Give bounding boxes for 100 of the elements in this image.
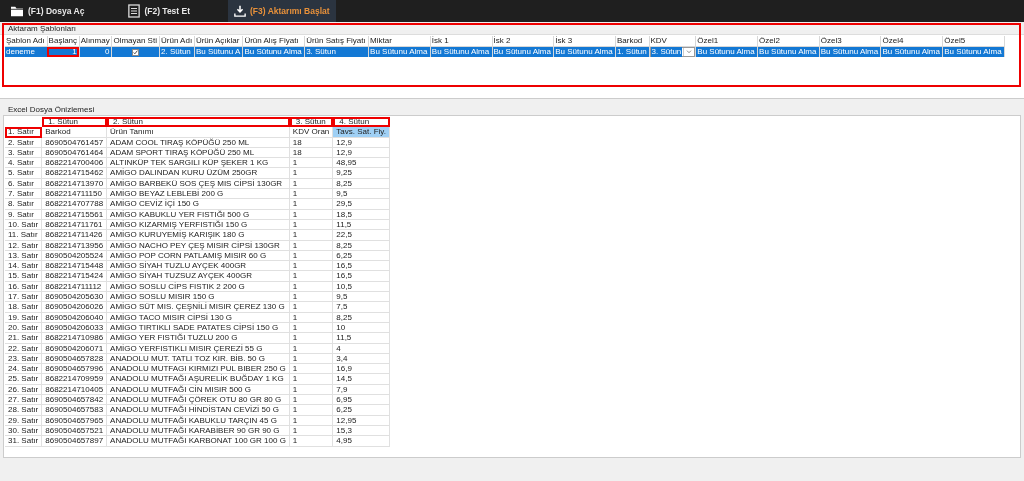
- column-header[interactable]: Özel1: [695, 36, 758, 47]
- table-cell: Bu Sütunu Alma: [492, 46, 554, 57]
- row-header[interactable]: 8. Satır: [5, 199, 43, 210]
- column-header[interactable]: İsk 2: [492, 36, 554, 47]
- table-cell: 15,3: [333, 425, 390, 437]
- column-header[interactable]: Ürün Alış Fiyatı: [242, 36, 305, 47]
- row-header[interactable]: 22. Satır: [5, 343, 43, 354]
- column-header[interactable]: Özel4: [881, 36, 943, 47]
- column-header[interactable]: Alınmay: [79, 36, 112, 47]
- table-cell: 8690504657965: [42, 415, 108, 426]
- row-header[interactable]: 13. Satır: [5, 250, 43, 262]
- table-cell: 1: [289, 230, 334, 241]
- row-header[interactable]: 21. Satır: [5, 333, 43, 344]
- table-cell: 9,5: [333, 292, 390, 303]
- column-header[interactable]: 3. Sütun: [289, 117, 334, 128]
- table-cell: ANADOLU MUTFAGI KIRMIZI PUL BIBER 250 G: [107, 364, 290, 375]
- table-cell: 1: [289, 302, 334, 313]
- table-cell: 1: [289, 189, 334, 200]
- row-header[interactable]: 12. Satır: [5, 240, 43, 251]
- table-cell: 1: [289, 415, 334, 426]
- table-cell: ALTINKÜP TEK SARGILI KÜP ŞEKER 1 KG: [107, 158, 290, 169]
- row-header[interactable]: 3. Satır: [5, 147, 43, 159]
- row-header[interactable]: 26. Satır: [5, 384, 43, 395]
- column-header[interactable]: İsk 3: [553, 36, 616, 47]
- table-row[interactable]: [5, 46, 1005, 57]
- column-header[interactable]: Ürün Açıklar: [194, 36, 243, 47]
- checkbox[interactable]: [132, 48, 140, 56]
- row-header[interactable]: 6. Satır: [5, 178, 43, 190]
- row-header[interactable]: 19. Satır: [5, 312, 43, 323]
- table-cell[interactable]: Tavs. Sat. Fiy.: [333, 127, 390, 138]
- table-cell: ANADOLU MUTFAĞI ÇÖREK OTU 80 GR 80 G: [107, 395, 290, 406]
- table-cell: ANADOLU MUTFAĞI CİN MISIR 500 G: [107, 384, 290, 395]
- table-cell: 29,5: [333, 199, 390, 210]
- table-cell: AMİGO YER FISTIĞI TUZLU 200 G: [107, 333, 290, 344]
- table-cell: 1: [289, 374, 334, 385]
- table-cell: ANADOLU MUTFAĞI KARABİBER 90 GR 90 G: [107, 425, 290, 437]
- toolbar-button[interactable]: (F1) Dosya Aç: [4, 0, 91, 22]
- column-header[interactable]: 4. Sütun: [333, 117, 390, 128]
- row-header[interactable]: 1. Satır: [5, 127, 43, 138]
- row-header[interactable]: 9. Satır: [5, 209, 43, 220]
- row-header[interactable]: 7. Satır: [5, 189, 43, 200]
- table-cell: 11,5: [333, 219, 390, 231]
- column-header[interactable]: Miktar: [368, 36, 431, 47]
- table-cell: 1: [289, 312, 334, 323]
- row-header[interactable]: 4. Satır: [5, 158, 43, 169]
- row-header[interactable]: 14. Satır: [5, 261, 43, 272]
- column-header[interactable]: Barkod: [615, 36, 649, 47]
- row-header[interactable]: 28. Satır: [5, 405, 43, 416]
- column-header[interactable]: 2. Sütun: [107, 117, 290, 128]
- toolbar-button[interactable]: (F2) Test Et: [122, 0, 197, 22]
- table-cell: 1: [289, 240, 334, 251]
- table-cell: AMİGO BEYAZ LEBLEBİ 200 G: [107, 189, 290, 200]
- table-cell: 3,4: [333, 353, 390, 365]
- column-header[interactable]: Özel2: [757, 36, 820, 47]
- row-header[interactable]: 23. Satır: [5, 353, 43, 365]
- column-header[interactable]: İsk 1: [430, 36, 493, 47]
- row-header[interactable]: 10. Satır: [5, 219, 43, 231]
- column-header[interactable]: Özel5: [942, 36, 1005, 47]
- column-header[interactable]: Ürün Satış Fiyatı: [304, 36, 369, 47]
- table-cell: AMİGO DALINDAN KURU ÜZÜM 250GR: [107, 168, 290, 179]
- table-cell: AMİGO SOSLU MISIR 150 G: [107, 292, 290, 303]
- row-header[interactable]: 24. Satır: [5, 364, 43, 375]
- table-cell: 8682214715561: [42, 209, 108, 220]
- table-cell: 1: [289, 261, 334, 272]
- table-cell: 0: [79, 46, 112, 57]
- row-header[interactable]: 16. Satır: [5, 281, 43, 293]
- row-header[interactable]: 5. Satır: [5, 168, 43, 179]
- table-cell: 3. Sütun: [304, 46, 369, 57]
- table-cell: 4,95: [333, 436, 390, 447]
- table-cell: AMİGO KURUYEMİŞ KARIŞIK 180 G: [107, 230, 290, 241]
- row-header[interactable]: 27. Satır: [5, 395, 43, 406]
- table-cell: 8682214709959: [42, 374, 108, 385]
- table-cell: 8682214711112: [42, 281, 108, 293]
- column-header[interactable]: Başlanç: [47, 36, 80, 47]
- column-header[interactable]: Özel3: [819, 36, 881, 47]
- row-header[interactable]: 25. Satır: [5, 374, 43, 385]
- column-header[interactable]: Olmayan Sti: [111, 36, 160, 47]
- column-header[interactable]: KDV: [649, 36, 696, 47]
- row-header[interactable]: 18. Satır: [5, 302, 43, 313]
- table-cell: AMİGO SÜT MIS. ÇEŞNİLİ MISIR ÇEREZ 130 G: [107, 302, 290, 313]
- row-header[interactable]: 31. Satır: [5, 436, 43, 447]
- row-header[interactable]: 30. Satır: [5, 425, 43, 437]
- column-header[interactable]: Ürün Adı: [159, 36, 195, 47]
- table-cell: 8682214707788: [42, 199, 108, 210]
- row-header[interactable]: 2. Satır: [5, 137, 43, 148]
- table-cell: 11,5: [333, 333, 390, 344]
- row-header[interactable]: 17. Satır: [5, 292, 43, 303]
- column-header[interactable]: 1. Sütun: [42, 117, 108, 128]
- table-cell: AMİGO TACO MISIR CİPSİ 130 G: [107, 312, 290, 323]
- row-header[interactable]: 11. Satır: [5, 230, 43, 241]
- table-cell: 8690504657828: [42, 353, 108, 365]
- row-header[interactable]: 29. Satır: [5, 415, 43, 426]
- table-cell: ADAM SPORT TIRAŞ KÖPÜĞÜ 250 ML: [107, 147, 290, 159]
- toolbar-button[interactable]: (F3) Aktarımı Başlat: [228, 0, 336, 22]
- dropdown[interactable]: 3. Sütun: [649, 47, 696, 57]
- table-cell: AMİGO BARBEKÜ SOS ÇEŞ MIS CİPSİ 130GR: [107, 178, 290, 190]
- row-header[interactable]: 20. Satır: [5, 322, 43, 334]
- column-header[interactable]: Şablon Adı: [5, 36, 48, 47]
- table-cell: AMİGO SİYAH TUZSUZ AYÇEK 400GR: [107, 271, 290, 282]
- row-header[interactable]: 15. Satır: [5, 271, 43, 282]
